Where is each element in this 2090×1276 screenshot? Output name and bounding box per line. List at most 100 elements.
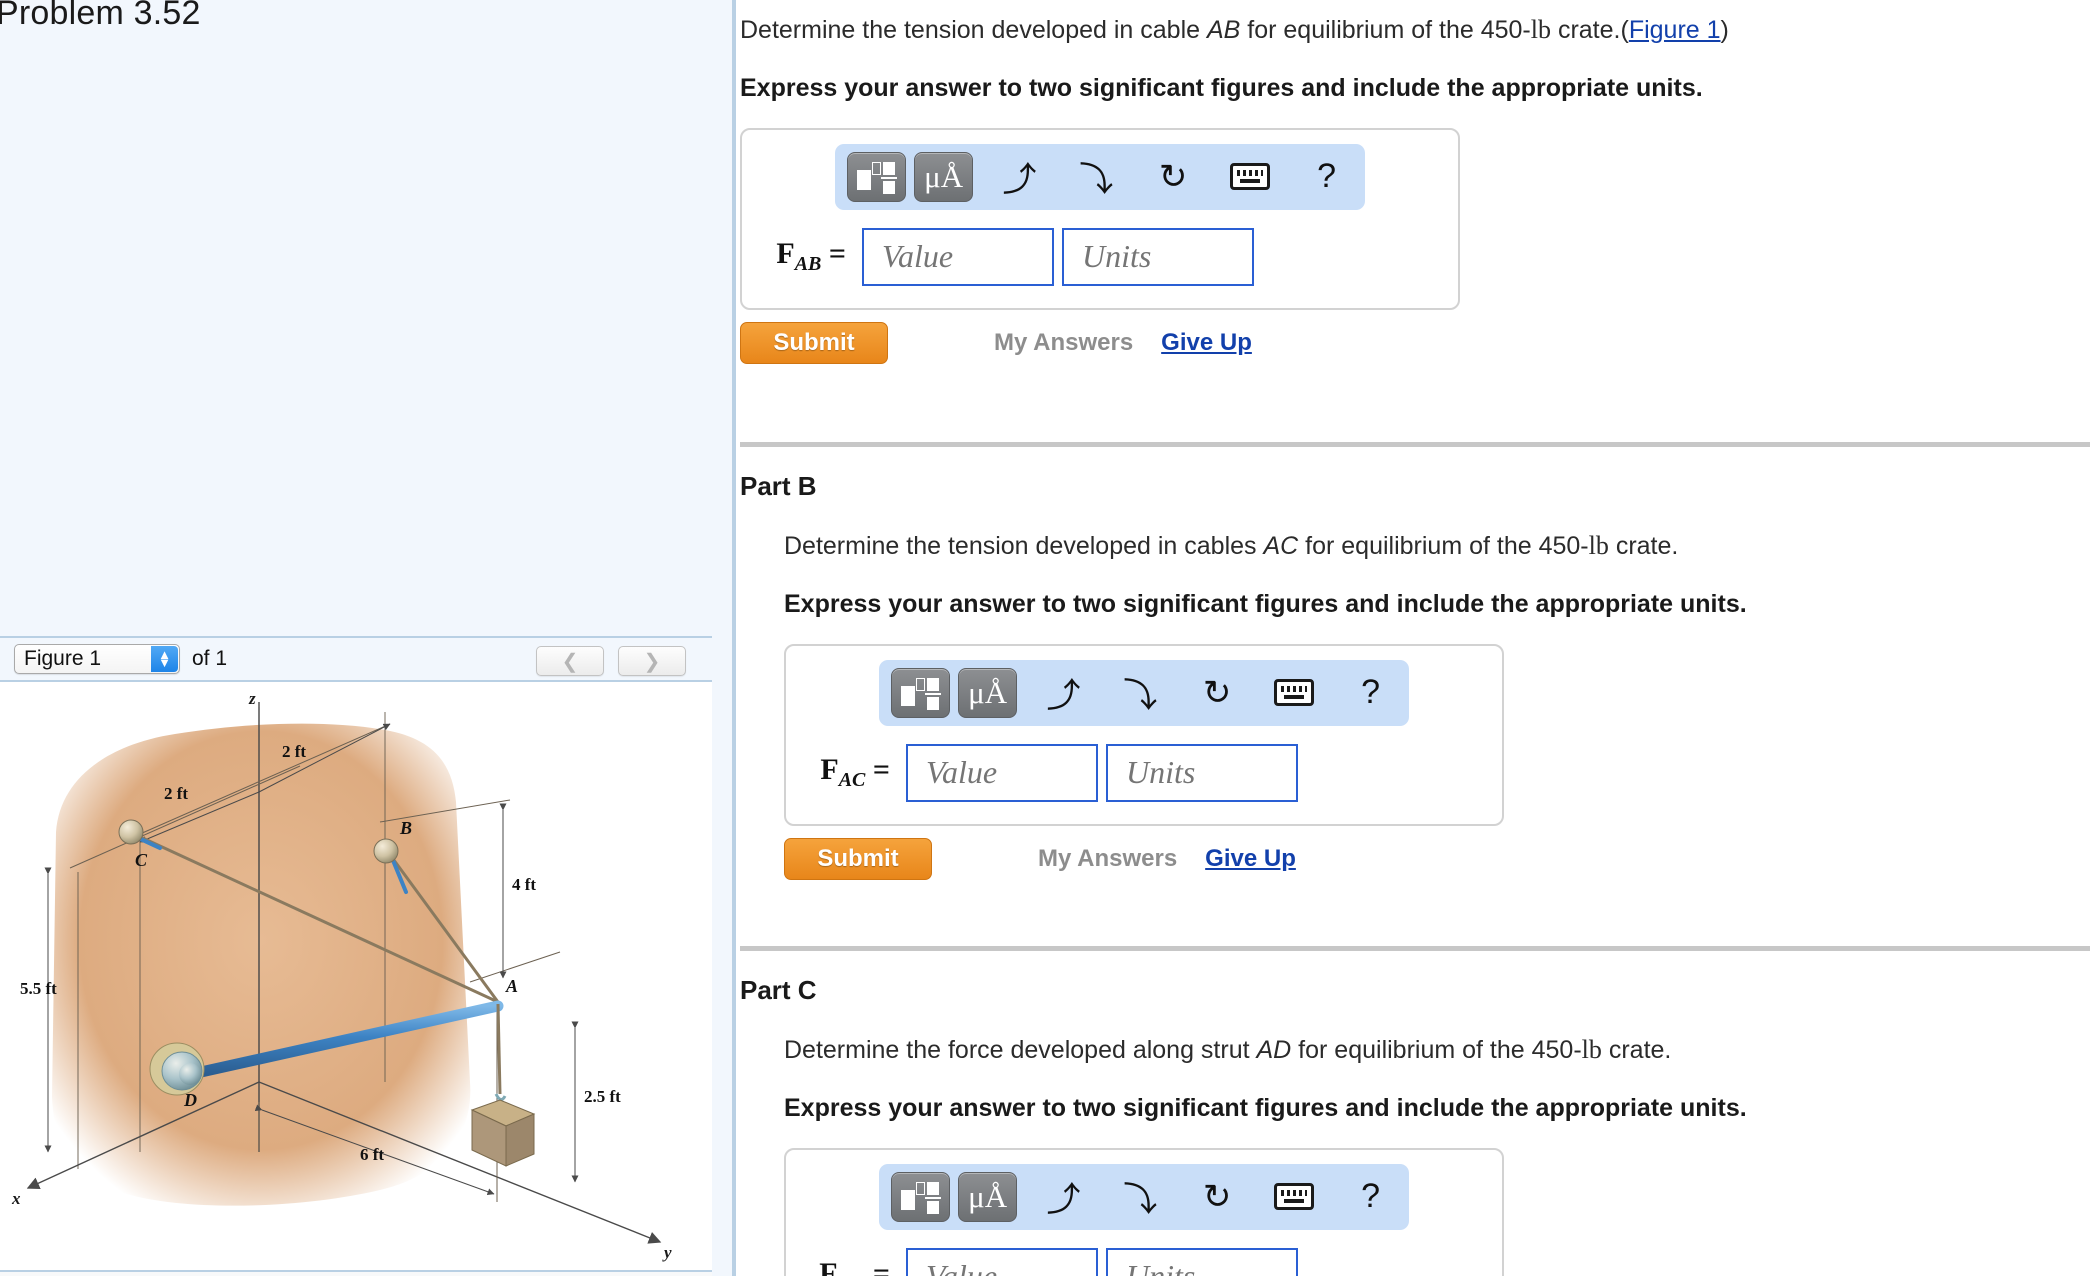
- micro-angstrom-icon: μÅ: [924, 159, 964, 195]
- figure-select-label: Figure 1: [24, 647, 102, 670]
- part-b-instruction: Express your answer to two significant f…: [784, 589, 1747, 618]
- left-problem-panel: Problem 3.52 Figure 1 ▲ ▼ of 1 ❮ ❯ z x y…: [0, 0, 736, 1276]
- math-template-button[interactable]: [891, 1171, 951, 1222]
- chevron-left-icon: ❮: [561, 650, 579, 673]
- page-title: Problem 3.52: [0, 0, 201, 32]
- keyboard-button[interactable]: [1255, 679, 1332, 707]
- help-button[interactable]: ?: [1332, 1177, 1409, 1216]
- redo-arrow-icon: ⤵: [1123, 1181, 1158, 1220]
- part-b-prompt-unit: lb: [1588, 531, 1609, 560]
- figure-1-link[interactable]: Figure 1: [1629, 16, 1721, 44]
- reset-button[interactable]: ↻: [1135, 157, 1212, 197]
- part-b-answer-label: FAC =: [820, 753, 890, 792]
- figure-next-button[interactable]: ❯: [618, 646, 686, 676]
- redo-button[interactable]: ⤵: [1102, 668, 1179, 717]
- part-a-section: Determine the tension developed in cable…: [740, 14, 2040, 364]
- math-template-button[interactable]: [847, 151, 907, 202]
- figure-toolbar: Figure 1 ▲ ▼ of 1 ❮ ❯: [0, 636, 712, 682]
- part-a-give-up-link[interactable]: Give Up: [1161, 329, 1252, 357]
- figure-label-A: A: [505, 976, 518, 996]
- undo-button[interactable]: ⤴: [981, 152, 1058, 201]
- part-c-value-input[interactable]: [906, 1247, 1098, 1276]
- part-c-prompt: Determine the force developed along stru…: [784, 1034, 2040, 1067]
- part-c-units-input[interactable]: [1106, 1247, 1298, 1276]
- part-b-my-answers-link[interactable]: My Answers: [1038, 845, 1177, 873]
- part-b-submit-button[interactable]: Submit: [784, 837, 932, 880]
- undo-button[interactable]: ⤴: [1025, 1172, 1102, 1221]
- help-button[interactable]: ?: [1332, 673, 1409, 712]
- question-mark-icon: ?: [1361, 1177, 1381, 1216]
- part-c-prompt-pre: Determine the force developed along stru…: [784, 1036, 1257, 1064]
- wall-surface: [52, 723, 471, 1206]
- micro-angstrom-icon: μÅ: [968, 1179, 1008, 1215]
- figure-label-C: C: [135, 850, 148, 870]
- figure-label-D: D: [183, 1090, 197, 1110]
- statics-diagram-svg: z x y 2 ft 2 ft 4 ft 5.5 ft 2.5 ft 6 ft …: [11, 689, 672, 1262]
- figure-select[interactable]: Figure 1 ▲ ▼: [14, 644, 180, 674]
- part-c-answer-box: μÅ ⤴ ⤵ ↻ ? F = Value Units: [784, 1147, 1504, 1276]
- part-a-answer-box: μÅ ⤴ ⤵ ↻ ? FAB = Value Units: [740, 127, 1460, 310]
- figure-footer: [0, 1272, 712, 1276]
- part-a-value-input[interactable]: [862, 227, 1054, 286]
- axis-x-label: x: [11, 1189, 21, 1208]
- undo-button[interactable]: ⤴: [1025, 668, 1102, 717]
- part-b-give-up-link[interactable]: Give Up: [1205, 845, 1296, 873]
- part-c-instruction: Express your answer to two significant f…: [784, 1093, 1747, 1122]
- units-button[interactable]: μÅ: [958, 1171, 1018, 1222]
- part-a-my-answers-link[interactable]: My Answers: [994, 329, 1133, 357]
- part-a-submit-button[interactable]: Submit: [740, 321, 888, 364]
- redo-button[interactable]: ⤵: [1102, 1172, 1179, 1221]
- question-mark-icon: ?: [1361, 673, 1381, 712]
- part-a-actions: Submit My Answers Give Up: [740, 321, 2040, 364]
- part-b-value-input[interactable]: [906, 743, 1098, 802]
- figure-select-stepper-icon[interactable]: ▲ ▼: [151, 646, 178, 672]
- part-c-prompt-var: AD: [1256, 1036, 1292, 1064]
- figure-count-label: of 1: [192, 647, 228, 670]
- keyboard-button[interactable]: [1211, 163, 1288, 191]
- support-C: [118, 819, 144, 845]
- part-c-answer-label: FAD =: [804, 1257, 906, 1276]
- part-a-units-input[interactable]: [1062, 227, 1254, 286]
- part-a-prompt-mid: for equilibrium of the 450-: [1240, 16, 1531, 44]
- part-c-prompt-mid: for equilibrium of the 450-: [1291, 1036, 1582, 1064]
- math-template-icon: [856, 160, 897, 194]
- units-button[interactable]: μÅ: [914, 151, 974, 202]
- ball-D: [179, 1063, 201, 1085]
- part-a-prompt-pre: Determine the tension developed in cable: [740, 16, 1207, 44]
- figure-module: Figure 1 ▲ ▼ of 1 ❮ ❯ z x y 2 ft 2 ft 4 …: [0, 636, 712, 1276]
- part-c-prompt-post: crate.: [1601, 1036, 1672, 1064]
- figure-dim-55ft: 5.5 ft: [20, 979, 57, 998]
- math-template-icon: [900, 676, 941, 710]
- math-template-button[interactable]: [891, 667, 951, 718]
- part-b-units-input[interactable]: [1106, 743, 1298, 802]
- figure-label-B: B: [399, 818, 412, 838]
- part-b-prompt-mid: for equilibrium of the 450-: [1298, 532, 1589, 560]
- crate: [470, 1099, 536, 1167]
- help-button[interactable]: ?: [1288, 157, 1365, 196]
- redo-arrow-icon: ⤵: [1079, 161, 1114, 200]
- figure-dim-2ft-lower: 2 ft: [164, 784, 188, 803]
- part-c-answer-row: FAD =: [786, 1247, 1502, 1276]
- figure-image[interactable]: z x y 2 ft 2 ft 4 ft 5.5 ft 2.5 ft 6 ft …: [0, 682, 712, 1272]
- part-a-instruction: Express your answer to two significant f…: [740, 73, 1703, 102]
- micro-angstrom-icon: μÅ: [968, 675, 1008, 711]
- units-button[interactable]: μÅ: [958, 667, 1018, 718]
- force-symbol: F: [819, 1257, 838, 1276]
- part-b-answer-box: μÅ ⤴ ⤵ ↻ ? FAC = Value Units: [784, 643, 1504, 826]
- part-b-section: Part B Determine the tension developed i…: [740, 442, 2090, 880]
- keyboard-icon: [1273, 679, 1314, 707]
- part-b-prompt-pre: Determine the tension developed in cable…: [784, 532, 1264, 560]
- undo-arrow-icon: ⤴: [1046, 677, 1081, 716]
- reset-button[interactable]: ↻: [1179, 673, 1256, 713]
- part-c-prompt-unit: lb: [1581, 1035, 1602, 1064]
- keyboard-button[interactable]: [1255, 1183, 1332, 1211]
- reset-button[interactable]: ↻: [1179, 1177, 1256, 1217]
- part-b-answer-row: FAC =: [786, 743, 1502, 802]
- undo-arrow-icon: ⤴: [1046, 1181, 1081, 1220]
- part-a-answer-row: FAB =: [742, 227, 1458, 286]
- math-template-icon: [900, 1180, 941, 1214]
- force-symbol: F: [776, 237, 795, 271]
- figure-dim-25ft: 2.5 ft: [584, 1087, 621, 1106]
- redo-button[interactable]: ⤵: [1058, 152, 1135, 201]
- figure-prev-button[interactable]: ❮: [536, 646, 604, 676]
